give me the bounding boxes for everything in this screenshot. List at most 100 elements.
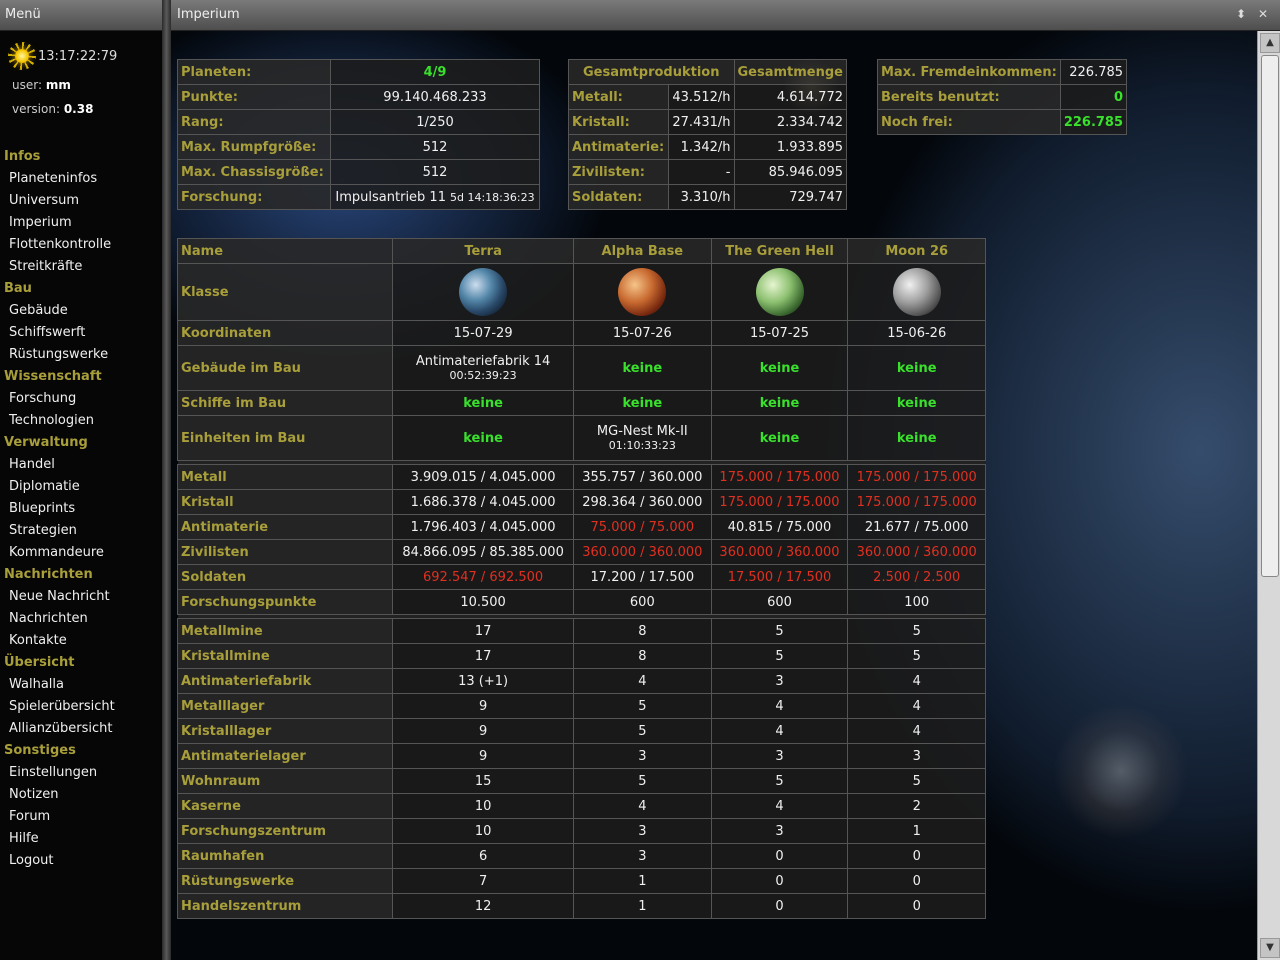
nav-section-title: Verwaltung [4,435,88,450]
build-text: keine [896,360,937,376]
nav-item[interactable]: Planeteninfos [0,168,160,190]
user-value: mm [45,78,71,92]
build-row: Gebäude im Bau Antimateriefabrik 14 00:52:… [176,345,986,391]
nav-item[interactable]: Nachrichten [0,608,160,630]
nav-item[interactable]: Technologien [0,410,160,432]
build-label: Schiffe im Bau [176,390,394,416]
building-label: Kristallmine [176,643,394,669]
resource-value: 75.000 / 75.000 [573,514,712,540]
nav-item[interactable]: Forschung [0,388,160,410]
nav-item[interactable]: Imperium [0,212,160,234]
building-level: 3 [573,843,712,869]
close-icon[interactable]: ✕ [1256,7,1270,21]
planet-name-link[interactable]: The Green Hell [710,238,849,264]
nav-item[interactable]: Kommandeure [0,542,160,564]
stats-value-text: 1/250 [416,114,454,130]
building-level: 9 [392,718,575,744]
planet-class-cell [573,263,712,321]
building-row: Kristalllager 9 5 4 4 [176,718,986,744]
build-row: Einheiten im Bau keine MG-Nest Mk-II 01:10:… [176,415,986,461]
building-label: Antimateriefabrik [176,668,394,694]
building-level: 10 [392,793,575,819]
nav-item[interactable]: Walhalla [0,674,160,696]
planet-name-link[interactable]: Alpha Base [573,238,712,264]
scroll-up-icon[interactable]: ▲ [1260,33,1280,53]
building-level: 3 [847,743,986,769]
sun-icon [8,42,36,70]
building-label: Wohnraum [176,768,394,794]
planet-class-cell [392,263,575,321]
planet-name-link[interactable]: Moon 26 [847,238,986,264]
building-row: Wohnraum 15 5 5 5 [176,768,986,794]
nav-item[interactable]: Kontakte [0,630,160,652]
nav-item[interactable]: Rüstungswerke [0,344,160,366]
building-label: Metallmine [176,618,394,644]
resource-value: 175.000 / 175.000 [710,489,849,515]
building-row: Kaserne 10 4 4 2 [176,793,986,819]
planet-icon[interactable] [892,268,941,316]
vertical-scrollbar[interactable]: ▲ ▼ [1257,31,1280,960]
income-row: Bereits benutzt: 0 [877,84,1128,110]
total-header: Gesamtmenge [733,59,847,85]
planet-coords[interactable]: 15-06-26 [847,320,986,346]
resource-value: 360.000 / 360.000 [847,539,986,565]
nav-item[interactable]: Hilfe [0,828,160,850]
menu-splitter[interactable] [162,0,171,960]
planet-coords[interactable]: 15-07-26 [573,320,712,346]
build-cell: keine [710,415,849,461]
nav-item[interactable]: Gebäude [0,300,160,322]
version-label: version: [12,102,60,116]
nav-item[interactable]: Strategien [0,520,160,542]
planet-icon[interactable] [618,268,667,316]
production-row: Antimaterie: 1.342/h 1.933.895 [567,134,847,160]
planet-coords-row: Koordinaten 15-07-29 15-07-26 15-07-25 15-06… [176,320,986,346]
planet-coords[interactable]: 15-07-29 [392,320,575,346]
building-row: Raumhafen 6 3 0 0 [176,843,986,869]
building-row: Antimateriefabrik 13 (+1) 4 3 4 [176,668,986,694]
nav-item[interactable]: Schiffswerft [0,322,160,344]
resource-value: 3.909.015 / 4.045.000 [392,464,575,490]
nav-item[interactable]: Allianzübersicht [0,718,160,740]
planet-icon[interactable] [459,268,508,316]
resource-value: 17.200 / 17.500 [573,564,712,590]
nav-item[interactable]: Universum [0,190,160,212]
scroll-down-icon[interactable]: ▼ [1260,938,1280,958]
clock: 13:17:22:79 [8,42,117,70]
nav-item[interactable]: Flottenkontrolle [0,234,160,256]
clock-time: 13:17:22:79 [38,48,118,64]
nav-item[interactable]: Spielerübersicht [0,696,160,718]
nav-item[interactable]: Notizen [0,784,160,806]
planet-name-link[interactable]: Terra [392,238,575,264]
planet-class-row: Klasse [176,263,986,321]
nav-item[interactable]: Handel [0,454,160,476]
nav-item[interactable]: Streitkräfte [0,256,160,278]
resource-label: Forschungspunkte [176,589,394,615]
building-row: Handelszentrum 12 1 0 0 [176,893,986,919]
nav-item[interactable]: Neue Nachricht [0,586,160,608]
nav-item[interactable]: Einstellungen [0,762,160,784]
resource-row: Forschungspunkte 10.500 600 600 100 [176,589,986,615]
build-cell: keine [847,390,986,416]
income-value: 226.785 [1059,59,1128,85]
income-table: Max. Fremdeinkommen: 226.785 Bereits benut… [877,59,1128,135]
scroll-thumb[interactable] [1261,55,1279,577]
building-level: 8 [573,618,712,644]
planet-icon[interactable] [755,268,804,316]
nav-item[interactable]: Forum [0,806,160,828]
nav-item[interactable]: Blueprints [0,498,160,520]
resource-value: 100 [847,589,986,615]
version-value: 0.38 [63,102,94,116]
stats-label: Max. Rumpfgröße: [177,134,331,160]
build-cell: keine [573,345,712,391]
nav-item[interactable]: Logout [0,850,160,872]
resize-icon[interactable]: ⬍ [1234,7,1248,21]
production-header-row: Gesamtproduktion Gesamtmenge [568,59,847,85]
building-level: 4 [710,718,849,744]
stats-value: 99.140.468.233 [330,84,540,110]
nav-item[interactable]: Diplomatie [0,476,160,498]
build-text: keine [463,430,503,446]
building-level: 5 [847,618,986,644]
build-text: keine [759,395,800,411]
window-title: Imperium [177,7,240,22]
planet-coords[interactable]: 15-07-25 [710,320,849,346]
